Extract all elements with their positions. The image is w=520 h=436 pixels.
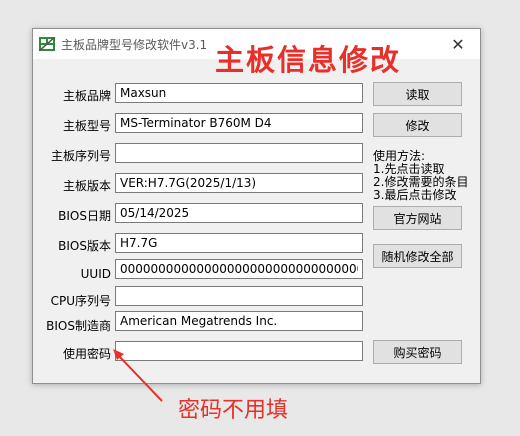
password-annotation: 密码不用填 xyxy=(178,398,289,423)
annotation-arrow xyxy=(113,349,163,402)
